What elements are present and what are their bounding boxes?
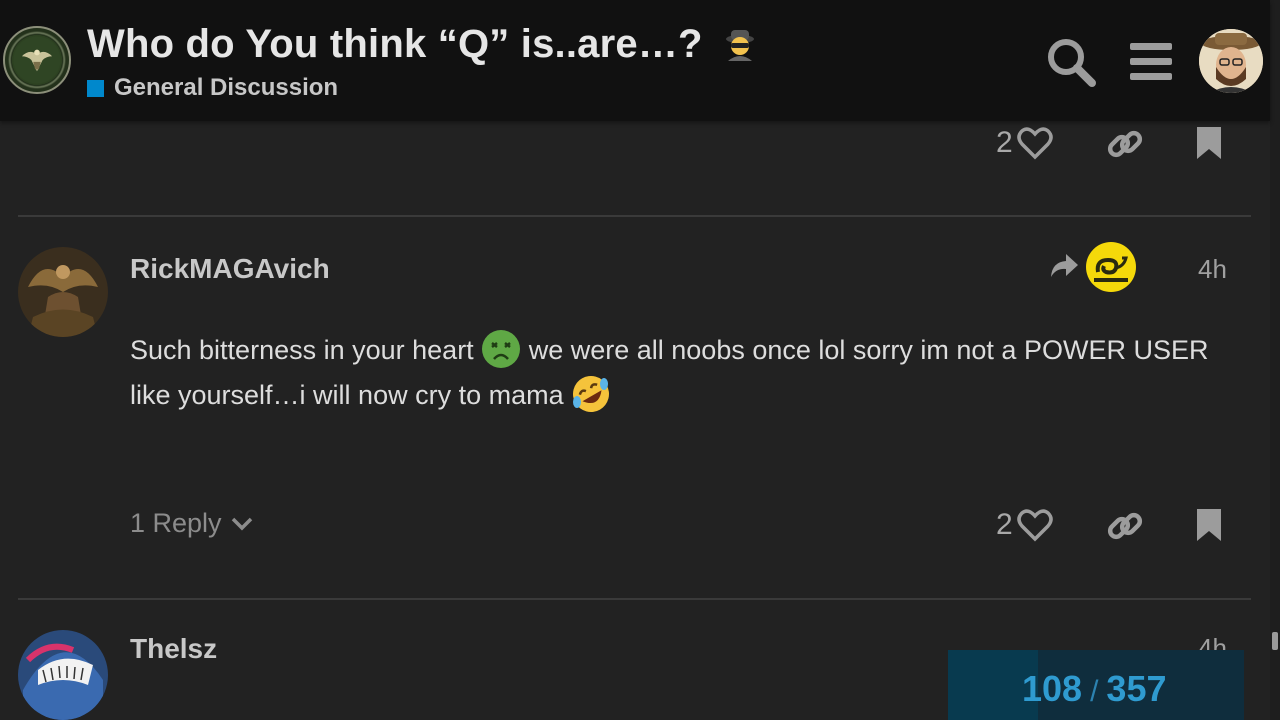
site-logo[interactable] (3, 26, 71, 94)
post-username[interactable]: RickMAGAvich (130, 253, 330, 285)
eagle-icon (13, 36, 61, 84)
share-link-button[interactable] (1106, 126, 1144, 162)
nauseated-face-emoji-icon (482, 330, 521, 368)
bookmark-button[interactable] (1196, 508, 1222, 542)
share-arrow-icon (1051, 254, 1078, 277)
current-user-avatar[interactable] (1199, 29, 1263, 93)
author-avatar-image (18, 247, 108, 337)
reply-to-indicator[interactable] (1048, 252, 1080, 280)
category-color-square (87, 79, 104, 97)
post-body: Such bitterness in your heart we were al… (130, 328, 1230, 418)
rofl-emoji-icon (573, 376, 610, 412)
reply-count-label: 1 Reply (130, 508, 222, 538)
topic-title[interactable]: Who do You think “Q” is..are…? (87, 22, 758, 67)
like-count: 2 (996, 126, 1013, 159)
bookmark-icon (1197, 127, 1221, 159)
search-button[interactable] (1043, 34, 1099, 90)
post-date[interactable]: 4h (1198, 254, 1227, 285)
page-scrollbar[interactable] (1270, 0, 1280, 720)
like-button[interactable] (1016, 126, 1053, 160)
progress-separator: / (1090, 675, 1099, 708)
next-post-author-avatar[interactable] (18, 630, 108, 720)
hamburger-menu-button[interactable] (1123, 34, 1179, 90)
bookmark-button[interactable] (1196, 126, 1222, 160)
author-avatar-image (18, 630, 108, 720)
detective-emoji-icon (725, 30, 754, 61)
heart-icon (1016, 127, 1053, 160)
post-body-text-1: Such bitterness in your heart (130, 335, 474, 365)
category-badge[interactable]: General Discussion (87, 74, 338, 102)
progress-current: 108 (1022, 668, 1083, 709)
post-author-avatar[interactable] (18, 247, 108, 337)
show-replies-button[interactable]: 1 Reply (130, 508, 254, 539)
next-post-username[interactable]: Thelsz (130, 633, 217, 665)
post-divider (18, 215, 1251, 217)
share-link-button[interactable] (1106, 508, 1144, 544)
heart-icon (1016, 509, 1053, 542)
chevron-down-icon (231, 517, 252, 530)
like-count: 2 (996, 508, 1013, 541)
scrollbar-thumb[interactable] (1272, 632, 1278, 650)
topic-progress-counter[interactable]: 108/357 (1022, 668, 1167, 710)
user-avatar-image (1199, 29, 1263, 93)
previous-post-actions: 2 (996, 126, 1053, 160)
gadsden-snake-icon (1094, 256, 1128, 282)
bookmark-icon (1197, 509, 1221, 541)
hamburger-menu-icon (1130, 43, 1172, 80)
post-actions: 2 (996, 508, 1053, 542)
progress-total: 357 (1106, 668, 1167, 709)
reply-to-user-avatar[interactable] (1086, 242, 1136, 292)
topic-title-text: Who do You think “Q” is..are…? (87, 22, 703, 66)
site-header: Who do You think “Q” is..are…? General D… (0, 0, 1270, 121)
category-label: General Discussion (114, 74, 339, 101)
post-divider (18, 598, 1251, 600)
link-icon (1107, 512, 1143, 540)
link-icon (1107, 130, 1143, 158)
search-icon (1048, 39, 1096, 87)
like-button[interactable] (1016, 508, 1053, 542)
